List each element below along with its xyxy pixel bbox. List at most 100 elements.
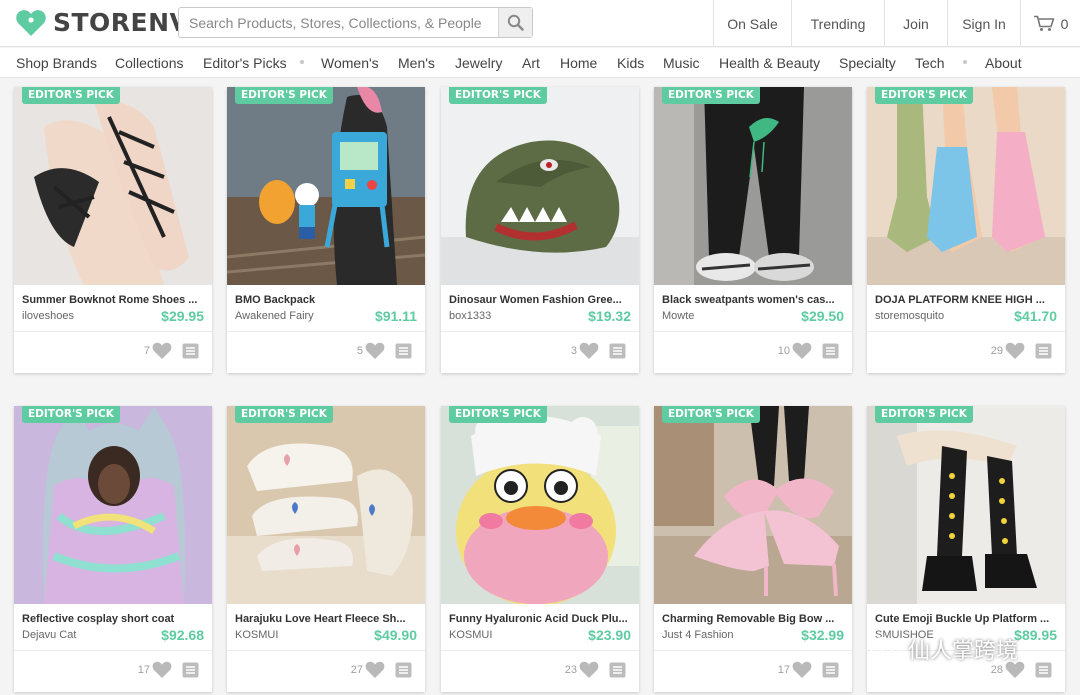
cat-health-beauty[interactable]: Health & Beauty bbox=[719, 55, 820, 71]
like-button[interactable]: 3 bbox=[571, 342, 599, 360]
cat-mens[interactable]: Men's bbox=[398, 55, 435, 71]
store-name[interactable]: KOSMUI bbox=[449, 629, 492, 641]
product-card[interactable]: EDITOR'S PICK Black sweatpants women's c… bbox=[654, 87, 852, 373]
heart-tag-icon bbox=[16, 9, 46, 36]
top-nav: On Sale Trending Join Sign In 0 bbox=[713, 0, 1080, 47]
like-button[interactable]: 27 bbox=[351, 661, 385, 679]
product-card[interactable]: EDITOR'S PICK Harajuku Love Heart Fleece… bbox=[227, 406, 425, 692]
product-image[interactable]: EDITOR'S PICK bbox=[654, 406, 852, 604]
product-card[interactable]: EDITOR'S PICK Funny Hyaluronic Acid Duck… bbox=[441, 406, 639, 692]
editors-pick-badge: EDITOR'S PICK bbox=[875, 406, 973, 423]
like-button[interactable]: 29 bbox=[991, 342, 1025, 360]
store-name[interactable]: Dejavu Cat bbox=[22, 629, 76, 641]
product-title[interactable]: Summer Bowknot Rome Shoes ... bbox=[22, 294, 206, 306]
product-title[interactable]: Charming Removable Big Bow ... bbox=[662, 613, 846, 625]
product-image[interactable]: EDITOR'S PICK bbox=[441, 87, 639, 285]
product-image[interactable]: EDITOR'S PICK bbox=[227, 87, 425, 285]
like-button[interactable]: 10 bbox=[778, 342, 812, 360]
heart-icon bbox=[1005, 342, 1025, 359]
add-to-collection-icon[interactable] bbox=[609, 343, 626, 359]
nav-on-sale[interactable]: On Sale bbox=[713, 0, 791, 47]
editors-pick-badge: EDITOR'S PICK bbox=[449, 406, 547, 423]
product-card[interactable]: EDITOR'S PICK Reflective cosplay short c… bbox=[14, 406, 212, 692]
search-button[interactable] bbox=[498, 8, 532, 37]
like-button[interactable]: 7 bbox=[144, 342, 172, 360]
cat-tech[interactable]: Tech bbox=[915, 55, 945, 71]
product-card[interactable]: EDITOR'S PICK DOJA PLATFORM KNEE HIGH ..… bbox=[867, 87, 1065, 373]
cat-about[interactable]: About bbox=[985, 55, 1022, 71]
like-count: 17 bbox=[137, 664, 150, 676]
separator-dot bbox=[300, 60, 304, 64]
product-card[interactable]: EDITOR'S PICK Charming Removable Big Bow… bbox=[654, 406, 852, 692]
product-title[interactable]: Harajuku Love Heart Fleece Sh... bbox=[235, 613, 419, 625]
editors-pick-badge: EDITOR'S PICK bbox=[235, 87, 333, 104]
product-price: $23.90 bbox=[588, 627, 631, 643]
cat-home[interactable]: Home bbox=[560, 55, 597, 71]
product-image[interactable]: EDITOR'S PICK bbox=[441, 406, 639, 604]
product-title[interactable]: DOJA PLATFORM KNEE HIGH ... bbox=[875, 294, 1059, 306]
header: STORENVY On Sale Trending Join Sign In 0 bbox=[0, 0, 1080, 47]
cat-collections[interactable]: Collections bbox=[115, 55, 183, 71]
cat-kids[interactable]: Kids bbox=[617, 55, 644, 71]
product-card[interactable]: EDITOR'S PICK Dinosaur Women Fashion Gre… bbox=[441, 87, 639, 373]
product-image[interactable]: EDITOR'S PICK bbox=[867, 406, 1065, 604]
product-title[interactable]: Cute Emoji Buckle Up Platform ... bbox=[875, 613, 1059, 625]
search-input[interactable] bbox=[179, 8, 498, 37]
cat-specialty[interactable]: Specialty bbox=[839, 55, 896, 71]
cat-art[interactable]: Art bbox=[522, 55, 540, 71]
heart-icon bbox=[365, 342, 385, 359]
cat-jewelry[interactable]: Jewelry bbox=[455, 55, 502, 71]
add-to-collection-icon[interactable] bbox=[182, 662, 199, 678]
store-name[interactable]: iloveshoes bbox=[22, 310, 74, 322]
divider bbox=[14, 331, 212, 332]
product-image[interactable]: EDITOR'S PICK bbox=[867, 87, 1065, 285]
divider bbox=[14, 650, 212, 651]
like-count: 10 bbox=[777, 345, 790, 357]
add-to-collection-icon[interactable] bbox=[822, 343, 839, 359]
search-bar bbox=[178, 7, 533, 38]
product-title[interactable]: Funny Hyaluronic Acid Duck Plu... bbox=[449, 613, 633, 625]
like-button[interactable]: 23 bbox=[565, 661, 599, 679]
product-image[interactable]: EDITOR'S PICK bbox=[227, 406, 425, 604]
nav-trending[interactable]: Trending bbox=[791, 0, 884, 47]
cart-button[interactable]: 0 bbox=[1020, 0, 1080, 47]
product-title[interactable]: Black sweatpants women's cas... bbox=[662, 294, 846, 306]
editors-pick-badge: EDITOR'S PICK bbox=[449, 87, 547, 104]
product-card[interactable]: EDITOR'S PICK Summer Bowknot Rome Shoes … bbox=[14, 87, 212, 373]
nav-join[interactable]: Join bbox=[884, 0, 947, 47]
add-to-collection-icon[interactable] bbox=[1035, 662, 1052, 678]
add-to-collection-icon[interactable] bbox=[395, 662, 412, 678]
like-button[interactable]: 17 bbox=[138, 661, 172, 679]
nav-sign-in[interactable]: Sign In bbox=[947, 0, 1020, 47]
product-title[interactable]: Dinosaur Women Fashion Gree... bbox=[449, 294, 633, 306]
heart-icon bbox=[152, 342, 172, 359]
cart-icon bbox=[1033, 15, 1054, 31]
cat-music[interactable]: Music bbox=[663, 55, 700, 71]
store-name[interactable]: Awakened Fairy bbox=[235, 310, 314, 322]
product-image[interactable]: EDITOR'S PICK bbox=[14, 87, 212, 285]
product-image[interactable]: EDITOR'S PICK bbox=[14, 406, 212, 604]
product-title[interactable]: Reflective cosplay short coat bbox=[22, 613, 206, 625]
product-card[interactable]: EDITOR'S PICK BMO Backpack Awakened Fair… bbox=[227, 87, 425, 373]
add-to-collection-icon[interactable] bbox=[182, 343, 199, 359]
search-icon bbox=[507, 14, 524, 31]
cat-editors-picks[interactable]: Editor's Picks bbox=[203, 55, 287, 71]
product-title[interactable]: BMO Backpack bbox=[235, 294, 419, 306]
add-to-collection-icon[interactable] bbox=[1035, 343, 1052, 359]
like-button[interactable]: 17 bbox=[778, 661, 812, 679]
add-to-collection-icon[interactable] bbox=[609, 662, 626, 678]
product-price: $89.95 bbox=[1014, 627, 1057, 643]
add-to-collection-icon[interactable] bbox=[822, 662, 839, 678]
store-name[interactable]: storemosquito bbox=[875, 310, 944, 322]
store-name[interactable]: Just 4 Fashion bbox=[662, 629, 734, 641]
store-name[interactable]: KOSMUI bbox=[235, 629, 278, 641]
heart-icon bbox=[579, 342, 599, 359]
add-to-collection-icon[interactable] bbox=[395, 343, 412, 359]
like-button[interactable]: 5 bbox=[357, 342, 385, 360]
cat-shop-brands[interactable]: Shop Brands bbox=[16, 55, 97, 71]
product-image[interactable]: EDITOR'S PICK bbox=[654, 87, 852, 285]
store-name[interactable]: Mowte bbox=[662, 310, 694, 322]
cat-womens[interactable]: Women's bbox=[321, 55, 379, 71]
store-name[interactable]: box1333 bbox=[449, 310, 491, 322]
category-nav: Shop Brands Collections Editor's Picks W… bbox=[0, 48, 1080, 78]
